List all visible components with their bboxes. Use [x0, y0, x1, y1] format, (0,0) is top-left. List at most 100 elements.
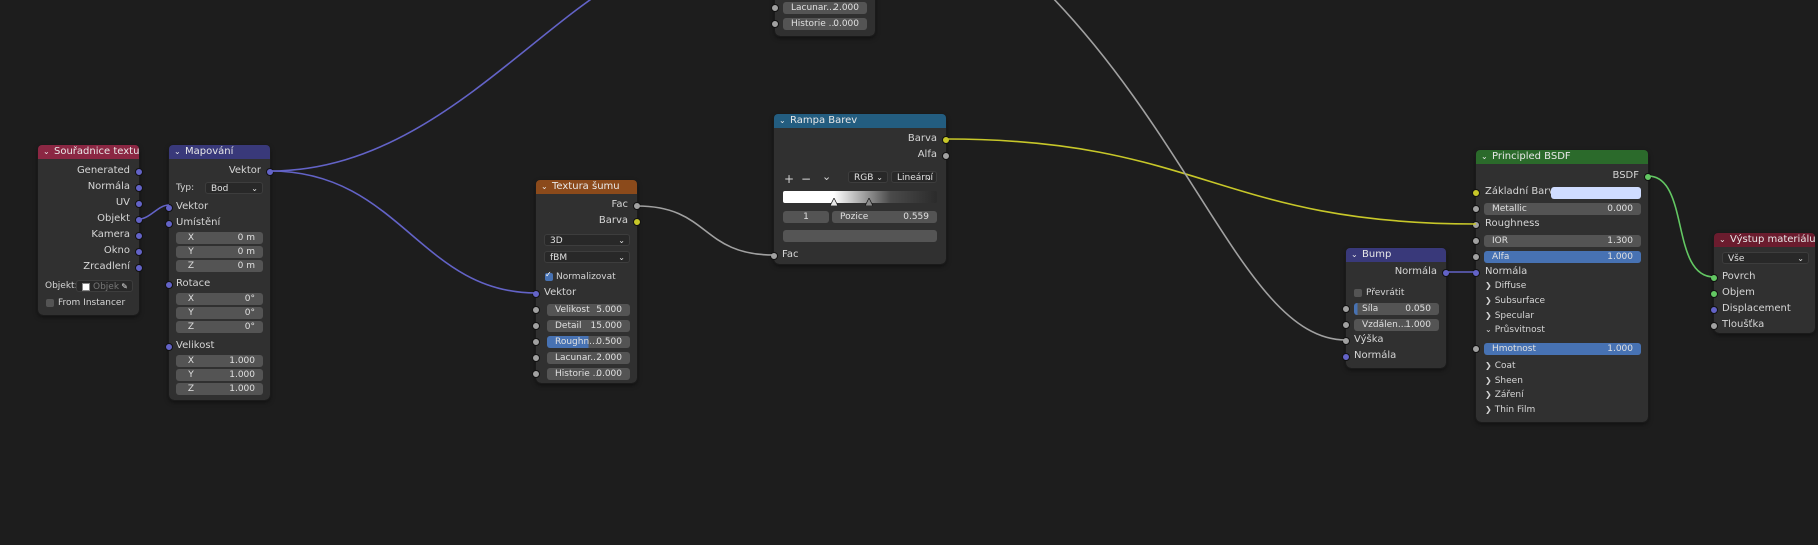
location-z-field[interactable]: Z 0 m	[176, 260, 263, 272]
weight-field[interactable]: Hmotnost 1.000	[1484, 343, 1641, 355]
base-color-swatch[interactable]	[1551, 187, 1641, 199]
location-y-field[interactable]: Y 0 m	[176, 246, 263, 258]
position-field[interactable]: Pozice 0.559	[832, 211, 937, 223]
fac-output-socket[interactable]	[633, 202, 641, 210]
bump-node[interactable]: ⌄ Bump Normála Převrátit Síla 0.050 Vzdál…	[1342, 247, 1450, 369]
node-header[interactable]: ⌄ Rampa Barev	[774, 114, 946, 128]
uv-output-socket[interactable]	[135, 200, 143, 208]
history-field[interactable]: Historie ... 0.000	[547, 368, 630, 380]
normal-input-socket[interactable]	[1472, 269, 1480, 277]
surface-input-socket[interactable]	[1710, 274, 1718, 282]
roughness-field[interactable]: Roughn... 0.500	[547, 336, 630, 348]
strength-field[interactable]: Síla 0.050	[1354, 303, 1439, 315]
color-mode-dropdown[interactable]: RGB ⌄	[848, 171, 888, 183]
scale-input-socket[interactable]	[532, 306, 540, 314]
collapse-chevron-icon[interactable]: ⌄	[541, 180, 548, 194]
panel-emission[interactable]: ❯ Záření	[1485, 390, 1524, 400]
node-editor-canvas[interactable]: Lacunar... 2.000 Historie ... 0.000 ⌄ So…	[0, 0, 1818, 545]
collapse-chevron-icon[interactable]: ⌄	[1719, 233, 1726, 247]
noise-texture-node-top[interactable]: Lacunar... 2.000 Historie ... 0.000	[771, 0, 876, 37]
history-input-socket[interactable]	[532, 370, 540, 378]
rotation-x-field[interactable]: X 0°	[176, 293, 263, 305]
color-ramp-gradient[interactable]	[783, 191, 937, 203]
invert-checkbox[interactable]	[1354, 289, 1362, 297]
panel-thin-film[interactable]: ❯ Thin Film	[1485, 405, 1535, 415]
detail-field[interactable]: Detail 15.000	[547, 320, 630, 332]
scale-input-socket[interactable]	[165, 343, 173, 351]
rotation-y-field[interactable]: Y 0°	[176, 307, 263, 319]
normal-output-socket[interactable]	[1442, 269, 1450, 277]
thickness-input-socket[interactable]	[1710, 322, 1718, 330]
alpha-input-socket[interactable]	[1472, 253, 1480, 261]
scale-x-field[interactable]: X 1.000	[176, 355, 263, 367]
collapse-chevron-icon[interactable]: ⌄	[1481, 150, 1488, 164]
eyedropper-icon[interactable]: ✎	[121, 281, 128, 293]
scale-field[interactable]: Velikost 5.000	[547, 304, 630, 316]
roughness-input-socket[interactable]	[1472, 221, 1480, 229]
dimensions-dropdown[interactable]: 3D ⌄	[544, 234, 630, 246]
alpha-output-socket[interactable]	[942, 152, 950, 160]
node-header[interactable]: ⌄ Mapování	[169, 145, 270, 159]
generated-output-socket[interactable]	[135, 168, 143, 176]
metallic-field[interactable]: Metallic 0.000	[1484, 203, 1641, 215]
panel-sheen[interactable]: ❯ Sheen	[1485, 376, 1523, 386]
panel-subsurface[interactable]: ❯ Subsurface	[1485, 296, 1545, 306]
color-output-socket[interactable]	[633, 218, 641, 226]
node-header[interactable]: ⌄ Textura šumu	[536, 180, 637, 194]
panel-specular[interactable]: ❯ Specular	[1485, 311, 1534, 321]
metallic-input-socket[interactable]	[1472, 205, 1480, 213]
color-ramp-node[interactable]: ⌄ Rampa Barev Barva Alfa + − ⌄ RGB ⌄ Line…	[770, 113, 950, 265]
color-stop-white[interactable]	[830, 198, 838, 206]
distance-field[interactable]: Vzdálen... 1.000	[1354, 319, 1439, 331]
lacunarity-field[interactable]: Lacunar... 2.000	[783, 2, 867, 14]
collapse-chevron-icon[interactable]: ⌄	[43, 145, 50, 159]
scale-y-field[interactable]: Y 1.000	[176, 369, 263, 381]
base-color-input-socket[interactable]	[1472, 189, 1480, 197]
lacunarity-input-socket[interactable]	[771, 4, 779, 12]
history-field[interactable]: Historie ... 0.000	[783, 18, 867, 30]
fac-input-socket[interactable]	[770, 252, 778, 260]
collapse-chevron-icon[interactable]: ⌄	[174, 145, 181, 159]
texture-coordinate-node[interactable]: ⌄ Souřadnice textury Generated Normála U…	[37, 144, 143, 316]
weight-input-socket[interactable]	[1472, 345, 1480, 353]
panel-diffuse[interactable]: ❯ Diffuse	[1485, 281, 1526, 291]
collapse-chevron-icon[interactable]: ⌄	[779, 114, 786, 128]
remove-stop-button[interactable]: −	[801, 172, 811, 186]
collapse-chevron-icon[interactable]: ⌄	[1351, 248, 1358, 262]
panel-coat[interactable]: ❯ Coat	[1485, 361, 1516, 371]
history-input-socket[interactable]	[771, 20, 779, 28]
location-input-socket[interactable]	[165, 220, 173, 228]
location-x-field[interactable]: X 0 m	[176, 232, 263, 244]
rotation-input-socket[interactable]	[165, 281, 173, 289]
height-input-socket[interactable]	[1342, 337, 1350, 345]
material-output-node[interactable]: ⌄ Výstup materiálu Vše ⌄ Povrch Objem Dis…	[1710, 232, 1816, 334]
scale-z-field[interactable]: Z 1.000	[176, 383, 263, 395]
normalize-checkbox[interactable]	[545, 270, 553, 281]
detail-input-socket[interactable]	[532, 322, 540, 330]
object-output-socket[interactable]	[135, 216, 143, 224]
ramp-menu-button[interactable]: ⌄	[822, 170, 831, 184]
vector-input-socket[interactable]	[532, 290, 540, 298]
noise-texture-node[interactable]: ⌄ Textura šumu Fac Barva 3D ⌄ fBM ⌄ Normal…	[532, 179, 641, 384]
node-header[interactable]: ⌄ Bump	[1346, 248, 1446, 262]
normal-input-socket[interactable]	[1342, 353, 1350, 361]
vector-input-socket[interactable]	[165, 204, 173, 212]
window-output-socket[interactable]	[135, 248, 143, 256]
lacunarity-field[interactable]: Lacunar... 2.000	[547, 352, 630, 364]
node-header[interactable]: ⌄ Principled BSDF	[1476, 150, 1648, 164]
reflection-output-socket[interactable]	[135, 264, 143, 272]
node-header[interactable]: ⌄ Výstup materiálu	[1714, 233, 1815, 247]
node-header[interactable]: ⌄ Souřadnice textury	[38, 145, 139, 159]
distance-input-socket[interactable]	[1342, 321, 1350, 329]
color-output-socket[interactable]	[942, 136, 950, 144]
ior-field[interactable]: IOR 1.300	[1484, 235, 1641, 247]
panel-transmission[interactable]: ⌄ Průsvitnost	[1485, 325, 1545, 335]
mapping-node[interactable]: ⌄ Mapování Vektor Typ: Bod ⌄ Vektor Umíst…	[165, 144, 274, 401]
lacunarity-input-socket[interactable]	[532, 354, 540, 362]
strength-input-socket[interactable]	[1342, 305, 1350, 313]
active-stop-index[interactable]: 1	[783, 211, 829, 223]
vector-output-socket[interactable]	[266, 168, 274, 176]
bsdf-output-socket[interactable]	[1644, 173, 1652, 181]
type-dropdown[interactable]: Bod ⌄	[205, 182, 263, 194]
normal-output-socket[interactable]	[135, 184, 143, 192]
